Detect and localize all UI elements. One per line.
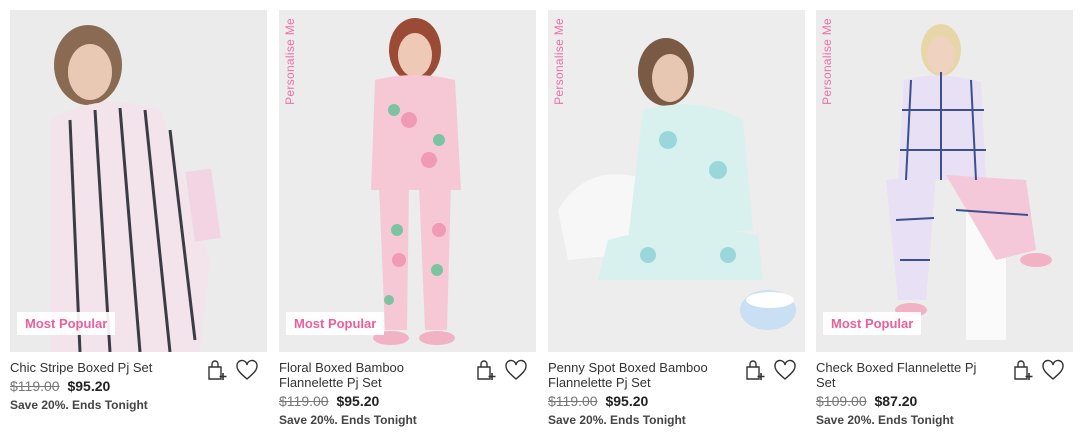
card-actions xyxy=(474,358,528,382)
heart-icon[interactable] xyxy=(773,358,797,382)
heart-icon[interactable] xyxy=(1041,358,1065,382)
product-card[interactable]: Personalise Me Penny Spot Boxed Bamboo F… xyxy=(548,10,805,427)
bag-plus-icon[interactable] xyxy=(743,358,767,382)
bag-plus-icon[interactable] xyxy=(474,358,498,382)
original-price: $119.00 xyxy=(279,393,329,409)
card-actions xyxy=(743,358,797,382)
product-image[interactable]: Personalise Me xyxy=(548,10,805,352)
sale-price: $95.20 xyxy=(605,393,649,409)
product-info: Penny Spot Boxed Bamboo Flannelette Pj S… xyxy=(548,352,805,427)
original-price: $109.00 xyxy=(816,393,867,409)
product-image[interactable]: Most Popular xyxy=(10,10,267,352)
product-name[interactable]: Check Boxed Flannelette Pj Set xyxy=(816,360,996,390)
most-popular-badge: Most Popular xyxy=(286,312,385,335)
promo-text: Save 20%. Ends Tonight xyxy=(816,413,954,427)
most-popular-badge: Most Popular xyxy=(823,312,922,335)
product-name[interactable]: Floral Boxed Bamboo Flannelette Pj Set xyxy=(279,360,459,390)
sale-price: $95.20 xyxy=(336,393,380,409)
price-row: $109.00 $87.20 xyxy=(816,393,1073,409)
original-price: $119.00 xyxy=(10,378,60,394)
bag-plus-icon[interactable] xyxy=(205,358,229,382)
card-actions xyxy=(1011,358,1065,382)
price-row: $119.00 $95.20 xyxy=(279,393,536,409)
product-image[interactable]: Personalise Me Most Popular xyxy=(279,10,536,352)
price-row: $119.00 $95.20 xyxy=(548,393,805,409)
product-info: Chic Stripe Boxed Pj Set $119.00 $95.20 … xyxy=(10,352,267,412)
product-grid: Most Popular Chic Stripe Boxed Pj Set $1… xyxy=(0,0,1080,446)
product-info: Floral Boxed Bamboo Flannelette Pj Set $… xyxy=(279,352,536,427)
promo-text: Save 20%. Ends Tonight xyxy=(548,413,686,427)
product-photo-illustration xyxy=(548,10,805,352)
product-card[interactable]: Personalise Me Most Popular Check Boxed … xyxy=(816,10,1073,427)
heart-icon[interactable] xyxy=(235,358,259,382)
product-photo-illustration xyxy=(10,10,267,352)
product-info: Check Boxed Flannelette Pj Set $109.00 $… xyxy=(816,352,1073,427)
bag-plus-icon[interactable] xyxy=(1011,358,1035,382)
sale-price: $87.20 xyxy=(874,393,918,409)
personalise-me-tag: Personalise Me xyxy=(820,18,834,105)
card-actions xyxy=(205,358,259,382)
product-photo-illustration xyxy=(816,10,1073,352)
promo-text: Save 20%. Ends Tonight xyxy=(10,398,148,412)
personalise-me-tag: Personalise Me xyxy=(283,18,297,105)
sale-price: $95.20 xyxy=(67,378,111,394)
original-price: $119.00 xyxy=(548,393,598,409)
most-popular-badge: Most Popular xyxy=(17,312,116,335)
product-card[interactable]: Personalise Me Most Popular Floral Boxed… xyxy=(279,10,536,427)
product-photo-illustration xyxy=(279,10,536,352)
heart-icon[interactable] xyxy=(504,358,528,382)
product-name[interactable]: Penny Spot Boxed Bamboo Flannelette Pj S… xyxy=(548,360,728,390)
product-image[interactable]: Personalise Me Most Popular xyxy=(816,10,1073,352)
product-card[interactable]: Most Popular Chic Stripe Boxed Pj Set $1… xyxy=(10,10,267,412)
product-name[interactable]: Chic Stripe Boxed Pj Set xyxy=(10,360,190,375)
promo-text: Save 20%. Ends Tonight xyxy=(279,413,417,427)
personalise-me-tag: Personalise Me xyxy=(552,18,566,105)
